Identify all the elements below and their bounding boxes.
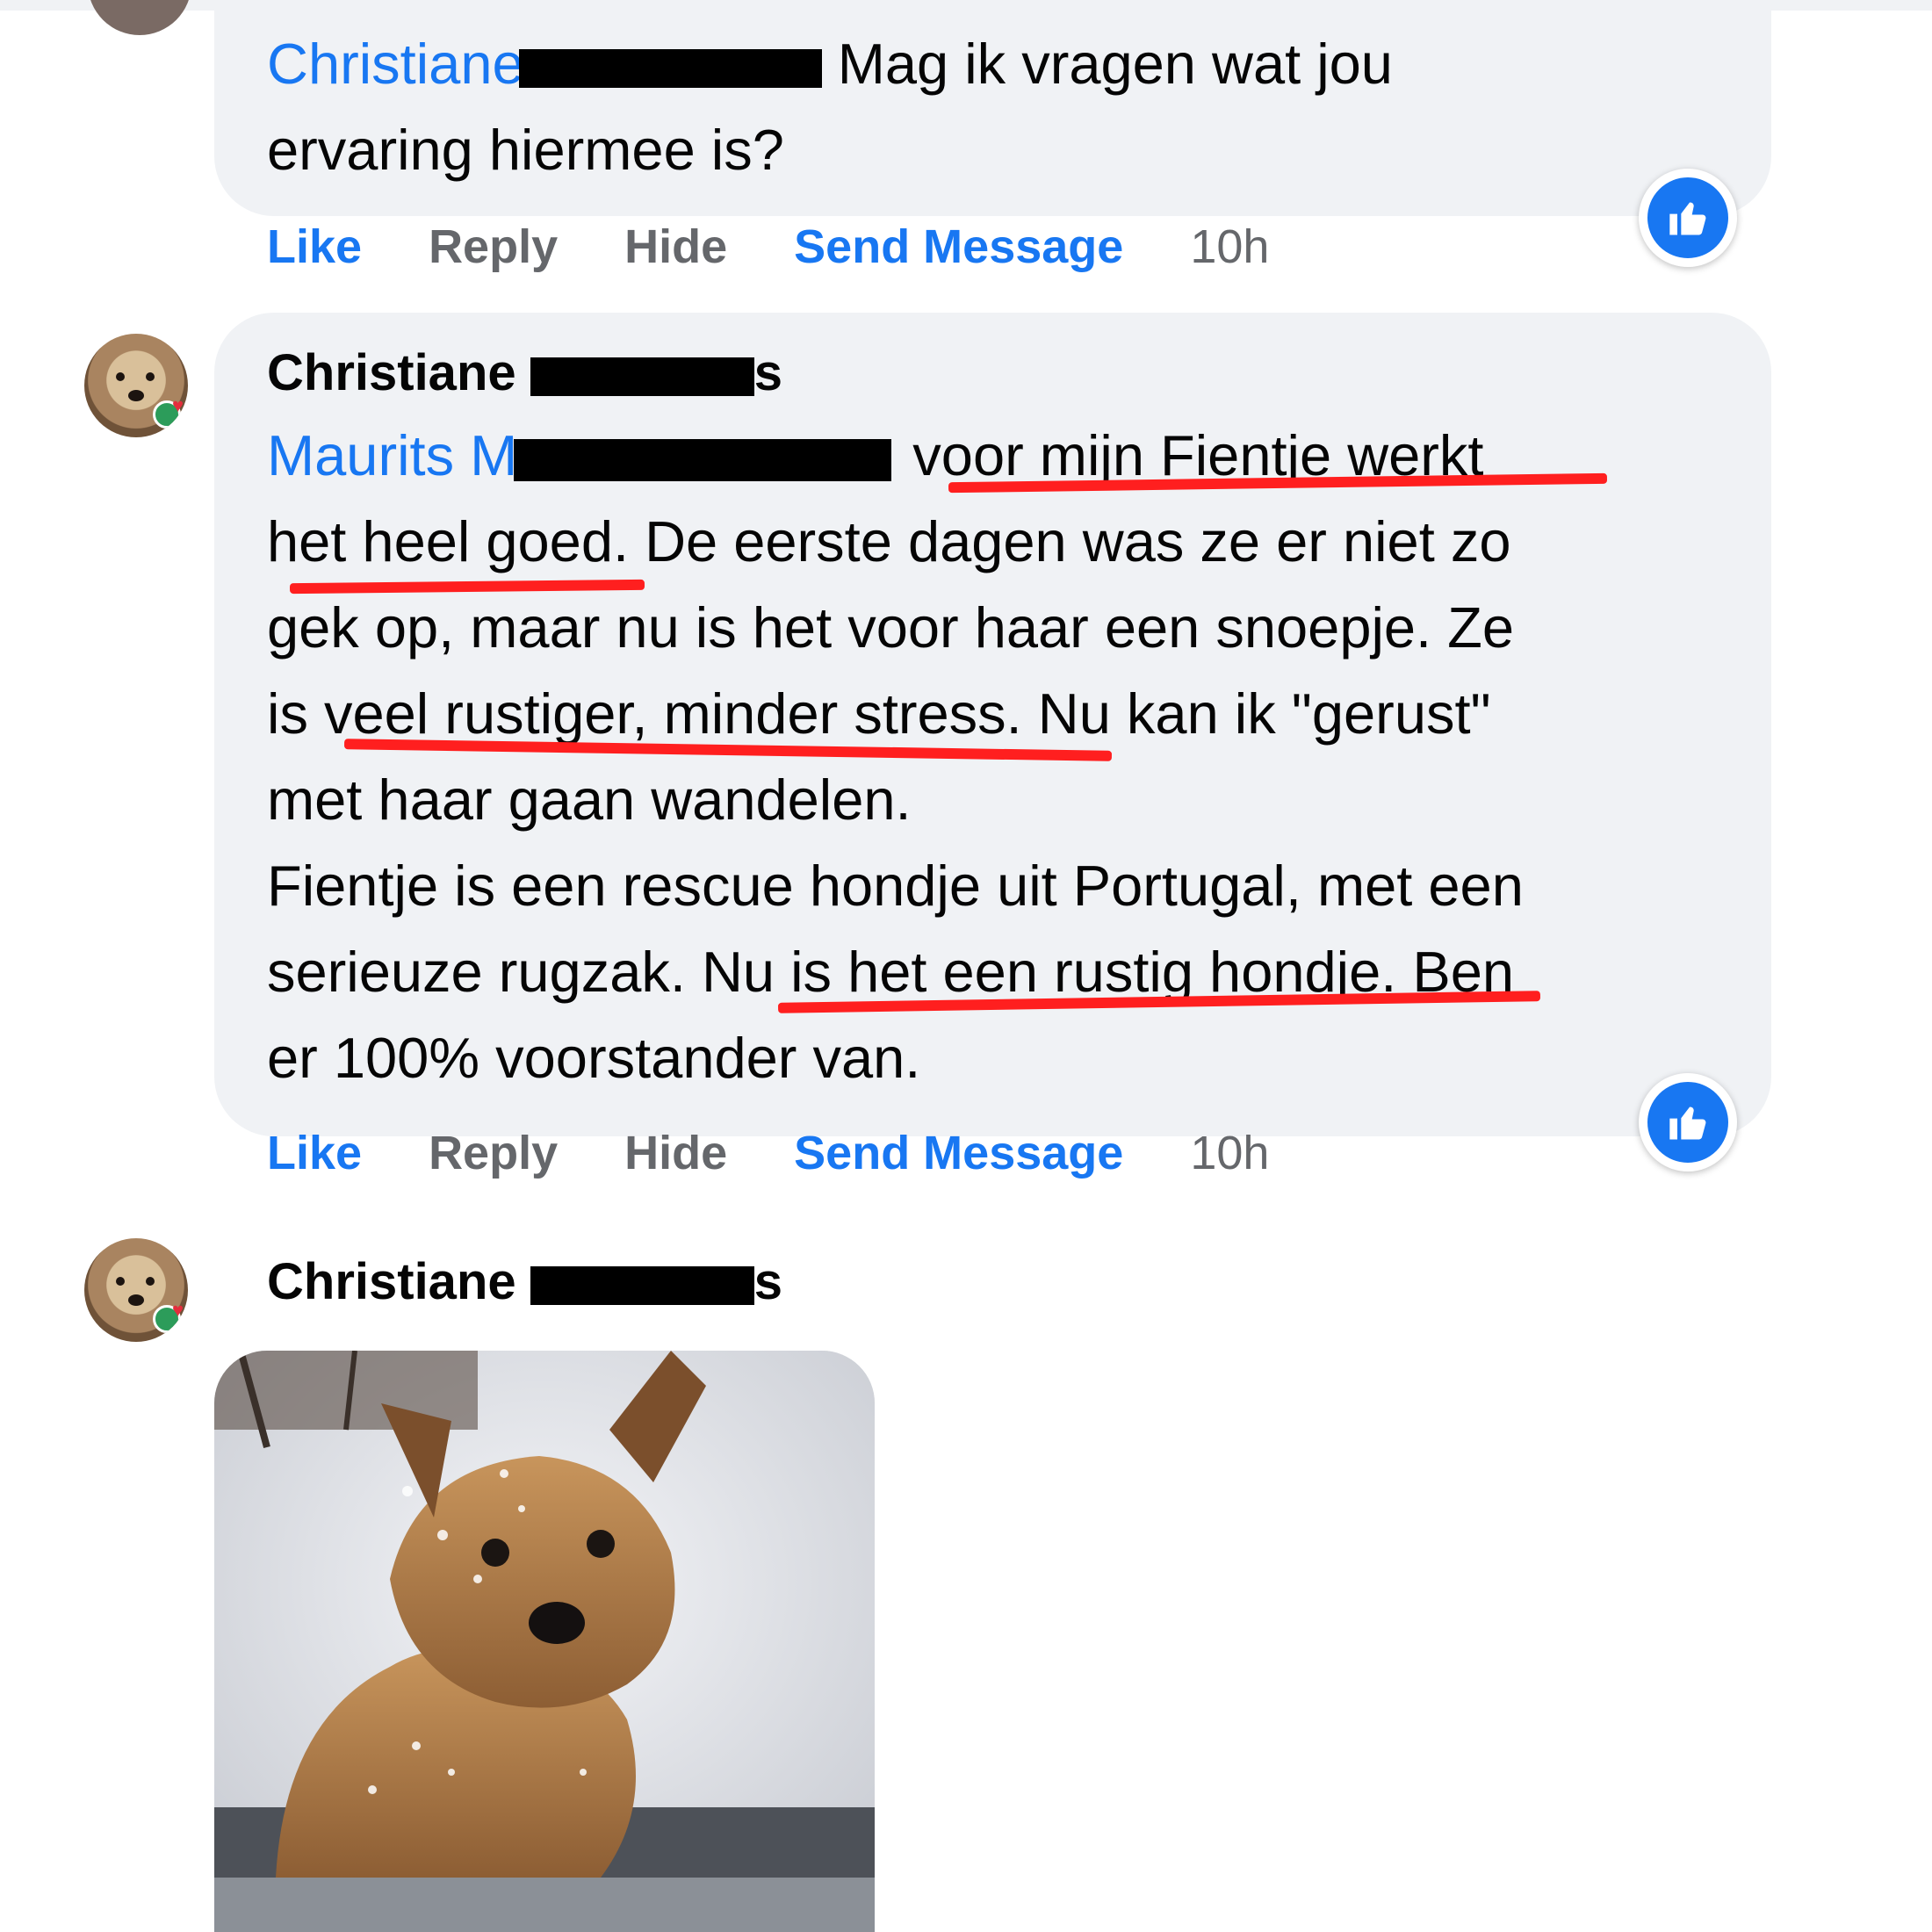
- comment-author[interactable]: Christiane s: [267, 1243, 782, 1322]
- comment-text-line: gek op, maar nu is het voor haar een sno…: [267, 595, 1515, 660]
- comment-bubble: Christiane Mag ik vragen wat jou ervarin…: [214, 0, 1771, 216]
- send-message-button[interactable]: Send Message: [794, 1126, 1123, 1180]
- comment-text-line: Fientje is een rescue hondje uit Portuga…: [267, 854, 1524, 918]
- comment-bubble: Christiane s Maurits Mvoor mijn Fientje …: [214, 313, 1771, 1136]
- like-reaction-badge[interactable]: [1639, 1073, 1737, 1171]
- reply-button[interactable]: Reply: [429, 1126, 558, 1180]
- comment-actions: Like Reply Hide Send Message 10h: [267, 220, 1336, 274]
- like-button[interactable]: Like: [267, 1126, 362, 1180]
- hide-button[interactable]: Hide: [624, 220, 727, 274]
- thumbs-up-icon: [1669, 1107, 1706, 1140]
- redaction-bar: [514, 438, 892, 481]
- comment-actions: Like Reply Hide Send Message 10h: [267, 1126, 1336, 1180]
- redaction-bar: [530, 1265, 754, 1305]
- comment-text: Mag ik vragen wat jou: [821, 32, 1393, 96]
- avatar[interactable]: [88, 0, 191, 35]
- timestamp[interactable]: 10h: [1190, 220, 1269, 274]
- reply-button[interactable]: Reply: [429, 220, 558, 274]
- send-message-button[interactable]: Send Message: [794, 220, 1123, 274]
- redaction-bar: [518, 48, 822, 88]
- comment-text-line: ervaring hiermee is?: [267, 118, 784, 182]
- timestamp[interactable]: 10h: [1190, 1126, 1269, 1180]
- avatar[interactable]: [84, 1238, 188, 1342]
- comment-author[interactable]: Christiane s: [267, 334, 1722, 413]
- comment-text-line: er 100% voorstander van.: [267, 1026, 921, 1090]
- hide-button[interactable]: Hide: [624, 1126, 727, 1180]
- dog-photo-image: [214, 1351, 875, 1932]
- redaction-bar: [530, 357, 754, 396]
- mention-link[interactable]: Maurits M: [267, 423, 517, 487]
- comment-text-line: Christiane Mag ik vragen wat jou: [267, 21, 1722, 107]
- like-reaction-badge[interactable]: [1639, 169, 1737, 267]
- comment-text-line: het heel goed. De eerste dagen was ze er…: [267, 509, 1511, 573]
- mention-link[interactable]: Christiane: [267, 32, 524, 96]
- like-button[interactable]: Like: [267, 220, 362, 274]
- avatar[interactable]: [84, 334, 188, 437]
- thumbs-up-icon: [1669, 202, 1706, 235]
- comment-photo[interactable]: [214, 1351, 875, 1932]
- comment-text-line: met haar gaan wandelen.: [267, 768, 912, 832]
